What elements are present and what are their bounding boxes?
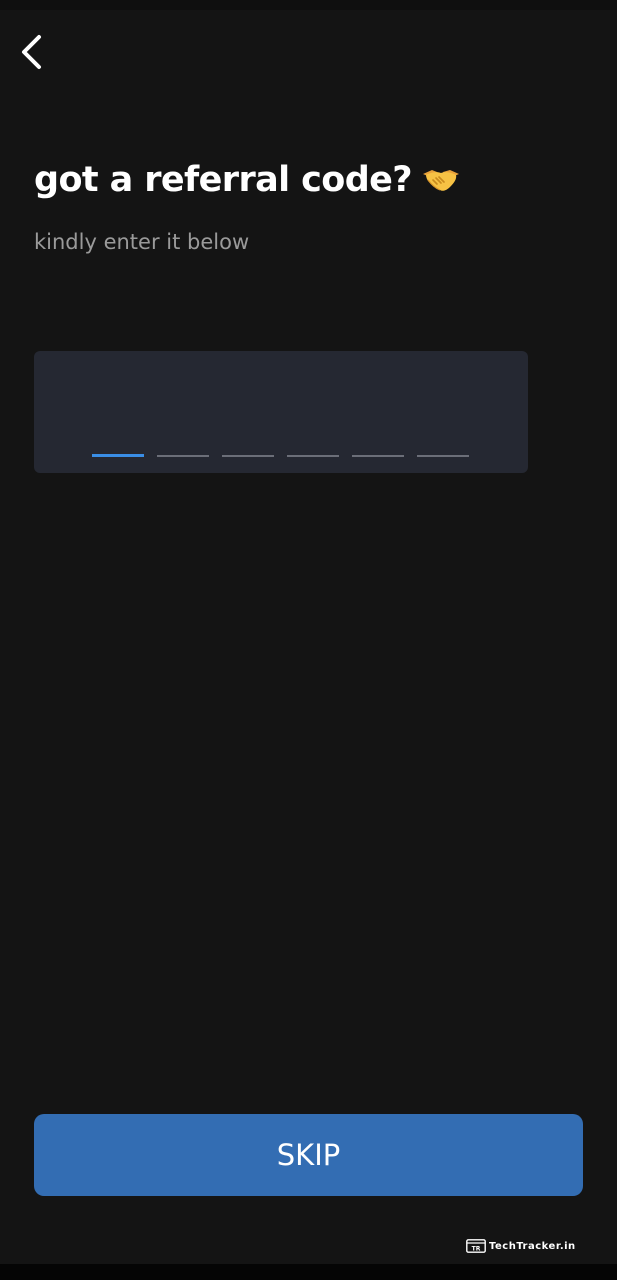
watermark: TR TechTracker.in <box>466 1236 576 1256</box>
code-digit-slot-2[interactable] <box>157 433 209 457</box>
code-digit-slot-1[interactable] <box>92 433 144 457</box>
page-title: got a referral code? <box>34 160 413 200</box>
code-digit-slot-5[interactable] <box>352 433 404 457</box>
referral-code-input[interactable] <box>34 351 528 473</box>
slot-underline <box>417 455 469 457</box>
title-row: got a referral code? <box>34 150 460 210</box>
back-button[interactable] <box>10 26 54 78</box>
status-bar-area <box>0 0 617 10</box>
svg-text:TR: TR <box>472 1246 481 1253</box>
skip-button[interactable]: SKIP <box>34 1114 583 1196</box>
watermark-text: TechTracker.in <box>489 1240 576 1252</box>
code-digit-slot-3[interactable] <box>222 433 274 457</box>
slot-underline <box>157 455 209 457</box>
code-digit-slot-4[interactable] <box>287 433 339 457</box>
navigation-bar-area <box>0 1264 617 1280</box>
code-digit-slot-6[interactable] <box>417 433 469 457</box>
chevron-left-icon <box>22 35 41 69</box>
slot-underline <box>352 455 404 457</box>
active-slot-underline <box>92 454 144 457</box>
page-subtitle: kindly enter it below <box>34 230 250 254</box>
slot-underline <box>222 455 274 457</box>
handshake-icon <box>423 170 459 191</box>
browser-window-icon: TR <box>466 1239 486 1253</box>
slot-underline <box>287 455 339 457</box>
